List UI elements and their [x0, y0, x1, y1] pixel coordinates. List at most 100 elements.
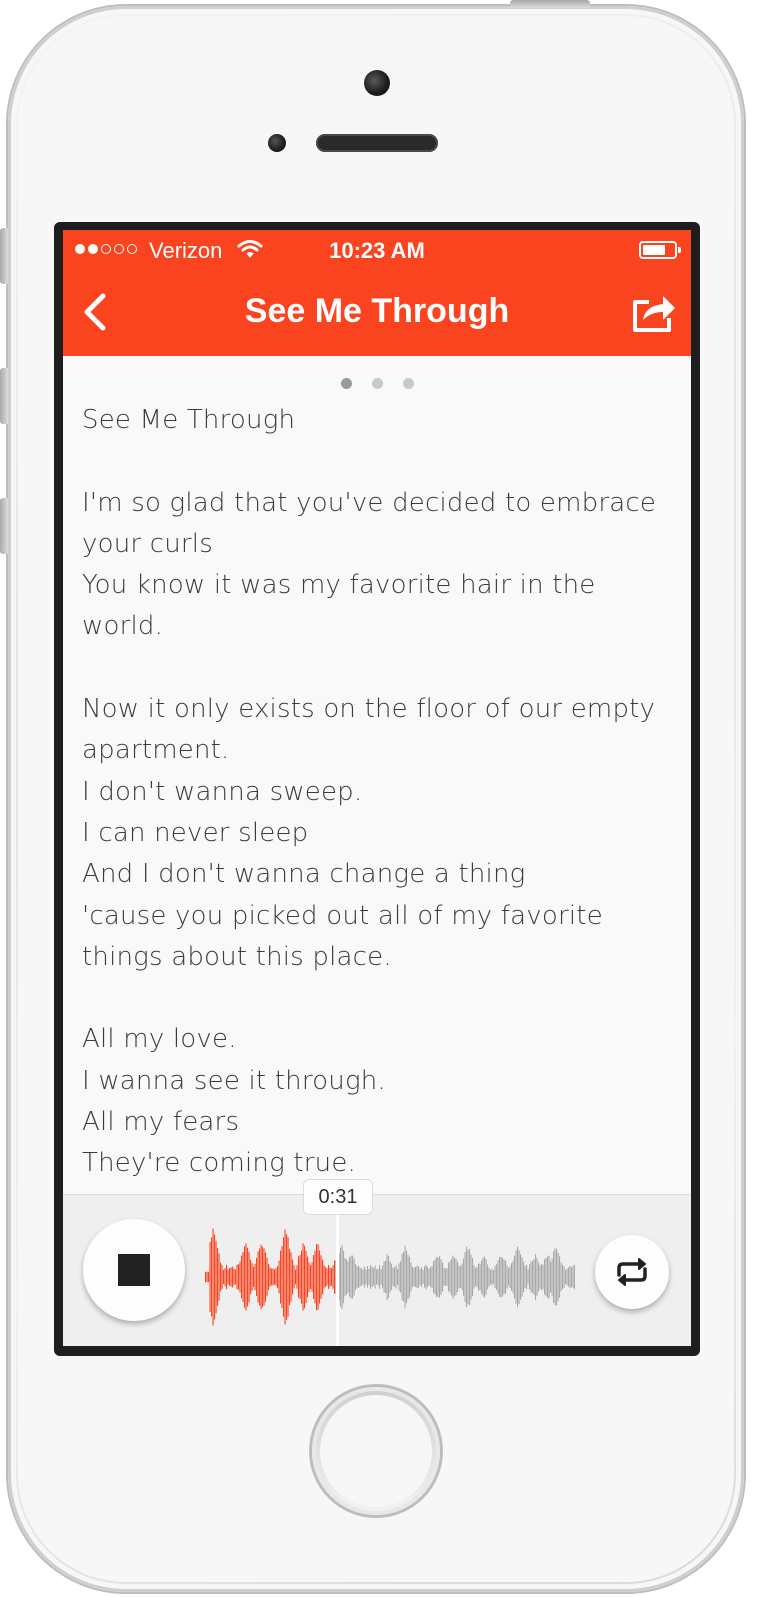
waveform-bar	[515, 1250, 517, 1304]
waveform-bar	[551, 1258, 553, 1296]
waveform-bar	[448, 1262, 450, 1292]
waveform-bar	[340, 1247, 342, 1307]
waveform-bar	[334, 1260, 336, 1294]
waveform-bar	[524, 1266, 526, 1288]
waveform-bar	[317, 1244, 319, 1310]
power-button	[510, 0, 590, 8]
waveform-bar	[209, 1242, 211, 1312]
waveform-bar	[347, 1261, 349, 1293]
waveform-bar	[557, 1252, 559, 1302]
waveform-bar	[305, 1250, 307, 1304]
waveform-bar	[217, 1248, 219, 1306]
waveform-bar	[407, 1254, 409, 1300]
waveform-bar	[373, 1268, 375, 1286]
waveform-bar	[218, 1253, 220, 1301]
waveform-bar	[428, 1268, 430, 1286]
front-camera	[364, 70, 390, 96]
waveform-bar	[481, 1260, 483, 1294]
waveform-bar	[473, 1265, 475, 1289]
waveform-bar	[295, 1269, 297, 1285]
waveform-bar	[491, 1268, 493, 1286]
page-indicator[interactable]	[63, 378, 691, 389]
waveform-bar	[490, 1269, 492, 1285]
waveform-bar	[487, 1264, 489, 1290]
waveform-bar	[206, 1271, 208, 1283]
waveform-bar	[205, 1271, 207, 1283]
waveform-bar	[287, 1237, 289, 1317]
home-button[interactable]	[312, 1387, 440, 1515]
waveform-bar	[262, 1246, 264, 1308]
waveform-bar	[350, 1255, 352, 1299]
waveform-bar	[299, 1254, 301, 1299]
waveform-bar	[376, 1269, 378, 1285]
waveform-bar	[379, 1265, 381, 1289]
waveform-bar	[475, 1268, 477, 1286]
waveform-bar	[565, 1269, 567, 1284]
waveform-bar	[509, 1266, 511, 1288]
waveform-bar	[314, 1250, 316, 1304]
page-dot[interactable]	[340, 378, 352, 389]
waveform-bar	[370, 1265, 372, 1289]
waveform-bar	[541, 1263, 543, 1291]
waveform-bar	[374, 1265, 376, 1289]
chevron-left-icon[interactable]	[75, 288, 115, 336]
waveform-bar	[284, 1229, 286, 1325]
page-title: See Me Through	[244, 292, 510, 330]
waveform-bar	[223, 1270, 225, 1284]
waveform-bar	[431, 1266, 433, 1289]
stop-button[interactable]	[83, 1219, 185, 1321]
waveform-bar	[343, 1250, 345, 1304]
waveform-bar	[574, 1264, 575, 1290]
waveform-bar	[566, 1268, 568, 1286]
waveform-bar	[353, 1258, 355, 1296]
waveform-bar	[532, 1261, 534, 1293]
waveform-bar	[403, 1252, 405, 1302]
waveform-bar	[275, 1268, 277, 1286]
waveform-bar	[400, 1261, 402, 1293]
page-dot[interactable]	[402, 378, 414, 389]
waveform-bar	[479, 1263, 481, 1291]
waveform-bar	[443, 1268, 445, 1286]
waveform-bar	[362, 1269, 364, 1285]
waveform-bar	[242, 1252, 244, 1302]
waveform-bar	[527, 1269, 529, 1285]
waveform-bar	[466, 1246, 468, 1308]
waveform-bar	[361, 1268, 363, 1286]
waveform-bar	[224, 1268, 226, 1286]
waveform-bar	[572, 1265, 574, 1288]
waveform-bar	[421, 1267, 423, 1287]
waveform-bar	[508, 1268, 510, 1286]
waveform-bar	[320, 1255, 322, 1299]
waveform-bar	[464, 1252, 466, 1302]
waveform-bar	[494, 1265, 496, 1289]
waveform-bar	[356, 1266, 358, 1288]
waveform-bar	[502, 1257, 504, 1297]
waveform-bar	[208, 1271, 210, 1283]
waveform-bar	[556, 1248, 558, 1306]
waveform-bar	[533, 1259, 535, 1295]
audio-waveform[interactable]	[205, 1215, 575, 1335]
waveform-bar	[215, 1240, 217, 1314]
page-dot[interactable]	[371, 378, 383, 389]
waveform-bar	[488, 1267, 490, 1287]
waveform-bar	[230, 1267, 232, 1287]
waveform-bar	[271, 1268, 273, 1286]
waveform-bar	[221, 1264, 223, 1290]
waveform-bar	[571, 1267, 573, 1287]
waveform-bar	[476, 1266, 478, 1288]
waveform-bar	[328, 1265, 330, 1289]
waveform-bar	[406, 1250, 408, 1304]
navigation-bar: See Me Through	[63, 270, 691, 356]
waveform-bar	[254, 1263, 256, 1291]
waveform-bar	[268, 1263, 270, 1291]
repeat-button[interactable]	[595, 1235, 669, 1309]
waveform-bar	[346, 1259, 348, 1295]
waveform-bar	[413, 1267, 415, 1287]
waveform-bar	[329, 1267, 331, 1287]
waveform-bar	[512, 1260, 514, 1294]
share-icon[interactable]	[629, 288, 679, 336]
playhead[interactable]	[336, 1207, 339, 1346]
waveform-bar	[496, 1264, 498, 1290]
waveform-bar	[235, 1269, 237, 1285]
waveform-bar	[458, 1265, 460, 1289]
